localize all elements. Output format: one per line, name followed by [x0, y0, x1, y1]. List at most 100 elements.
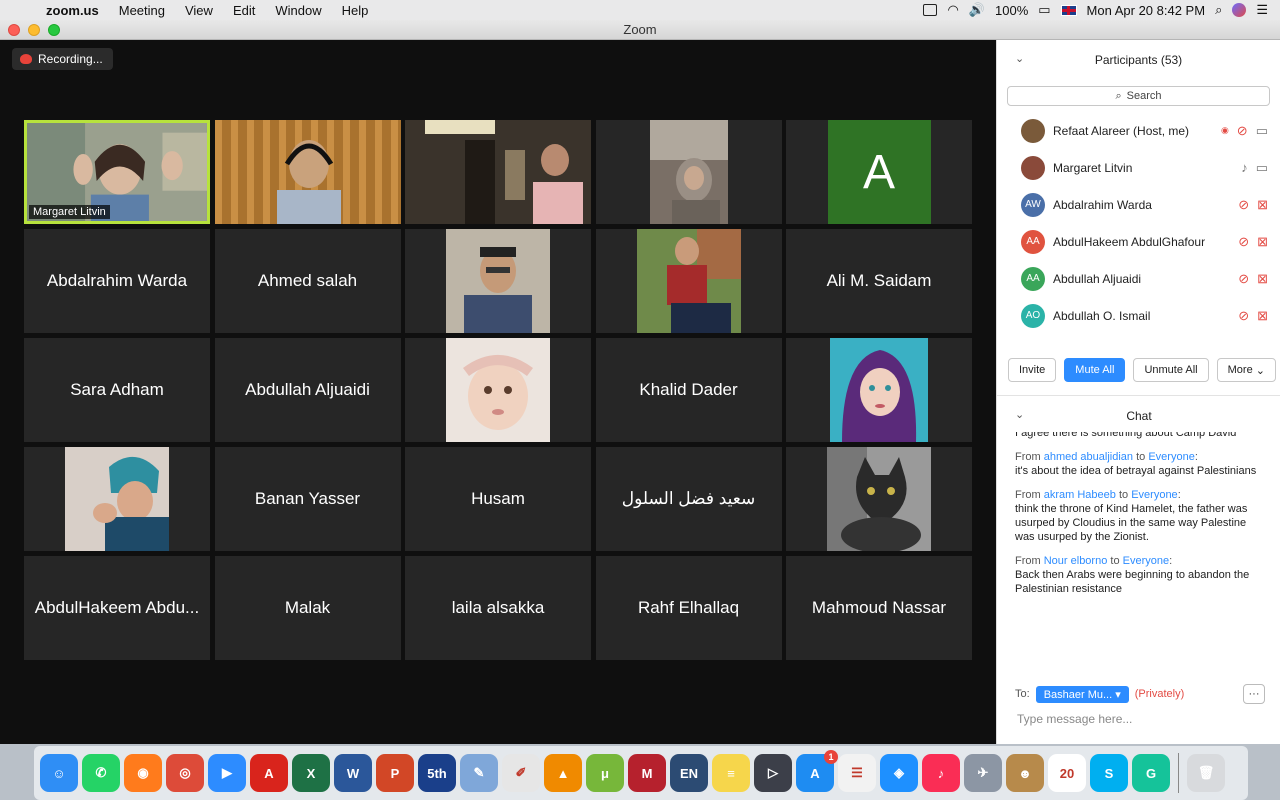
acrobat-app-icon[interactable]: A — [250, 754, 288, 792]
participant-row[interactable]: Margaret Litvin ♪ ▭ — [997, 149, 1280, 186]
collapse-chat-chevron-icon[interactable]: ⌄ — [1015, 408, 1024, 421]
vlc-app-icon[interactable]: ▲ — [544, 754, 582, 792]
minimize-window-button[interactable] — [28, 23, 40, 36]
safari-app-icon[interactable]: ◈ — [880, 754, 918, 792]
grammarly-app-icon[interactable]: G — [1132, 754, 1170, 792]
utorrent-app-icon[interactable]: μ — [586, 754, 624, 792]
video-tile[interactable]: AbdulHakeem Abdu... — [24, 556, 210, 660]
video-tile[interactable]: Abdullah Aljuaidi — [214, 338, 401, 442]
battery-percent[interactable]: 100% — [995, 3, 1028, 18]
mendeley-app-icon[interactable]: M — [628, 754, 666, 792]
sender-name[interactable]: ahmed abualjidian — [1044, 451, 1133, 463]
video-tile[interactable]: laila alsakka — [405, 556, 591, 660]
sender-name[interactable]: Nour elborno — [1044, 555, 1108, 567]
participants-search-input[interactable]: ⌕ Search — [1007, 86, 1270, 106]
invite-button[interactable]: Invite — [1008, 358, 1057, 382]
input-source-icon[interactable] — [1060, 4, 1077, 16]
notes-app-icon[interactable]: ≡ — [712, 754, 750, 792]
chat-message-input[interactable]: Type message here... — [1017, 712, 1132, 726]
video-tile[interactable]: Mahmoud Nassar — [786, 556, 972, 660]
zoom-status-icon[interactable] — [923, 4, 938, 16]
longman-app-icon[interactable]: 5th — [418, 754, 456, 792]
recipient-name[interactable]: Everyone — [1148, 451, 1194, 463]
video-tile[interactable] — [595, 229, 782, 333]
recipient-name[interactable]: Everyone — [1123, 555, 1169, 567]
video-off-icon[interactable]: ⊠ — [1257, 234, 1268, 250]
more-button[interactable]: More ⌄ — [1216, 358, 1276, 382]
video-tile[interactable] — [24, 447, 210, 551]
unmute-all-button[interactable]: Unmute All — [1133, 358, 1209, 382]
spotlight-search-icon[interactable]: ⌕ — [1215, 2, 1222, 18]
menu-view[interactable]: View — [175, 3, 223, 18]
video-tile[interactable]: Banan Yasser — [214, 447, 401, 551]
video-tile[interactable] — [786, 338, 972, 442]
collapse-participants-chevron-icon[interactable]: ⌄ — [1015, 52, 1024, 65]
recording-indicator[interactable]: Recording... — [12, 48, 113, 70]
video-tile[interactable]: Margaret Litvin — [24, 120, 210, 224]
mic-muted-icon[interactable]: ⊘ — [1238, 234, 1249, 250]
textedit-app-icon[interactable]: ✐ — [502, 754, 540, 792]
chat-messages[interactable]: I agree there is something about Camp Da… — [997, 432, 1280, 682]
video-tile[interactable]: Abdalrahim Warda — [24, 229, 210, 333]
en-dictionary-app-icon[interactable]: EN — [670, 754, 708, 792]
app-store-app-icon[interactable]: A1 — [796, 750, 838, 792]
whatsapp-app-icon[interactable]: ✆ — [82, 754, 120, 792]
participant-row[interactable]: AW Abdalrahim Warda ⊘ ⊠ — [997, 186, 1280, 223]
mic-icon[interactable]: ♪ — [1241, 160, 1248, 175]
quicktime-app-icon[interactable]: ▷ — [754, 754, 792, 792]
participant-row[interactable]: AA AbdulHakeem AbdulGhafour ⊘ ⊠ — [997, 223, 1280, 260]
video-tile[interactable] — [405, 338, 591, 442]
video-tile[interactable]: Sara Adham — [24, 338, 210, 442]
recipient-select[interactable]: Bashaer Mu... ▾ — [1035, 685, 1129, 703]
siri-icon[interactable] — [1232, 3, 1247, 17]
preview-app-icon[interactable]: ✎ — [460, 754, 498, 792]
contacts-app-icon[interactable]: ☻ — [1006, 754, 1044, 792]
video-tile[interactable]: سعيد فضل السلول — [595, 447, 782, 551]
music-app-icon[interactable]: ♪ — [922, 754, 960, 792]
video-tile[interactable] — [405, 229, 591, 333]
menu-edit[interactable]: Edit — [223, 3, 265, 18]
menu-meeting[interactable]: Meeting — [109, 3, 175, 18]
chrome-app-icon[interactable]: ◎ — [166, 754, 204, 792]
video-off-icon[interactable]: ⊠ — [1257, 197, 1268, 213]
video-icon[interactable]: ▭ — [1256, 160, 1268, 176]
mic-muted-icon[interactable]: ⊘ — [1238, 271, 1249, 287]
calendar-app-icon[interactable]: 20 — [1048, 754, 1086, 792]
participant-row[interactable]: Refaat Alareer (Host, me) ◉ ⊘ ▭ — [997, 112, 1280, 149]
video-tile[interactable] — [214, 120, 401, 224]
trash-icon[interactable]: 🗑 — [1187, 754, 1225, 792]
mic-muted-icon[interactable]: ⊘ — [1237, 123, 1248, 139]
video-tile[interactable] — [786, 447, 972, 551]
close-window-button[interactable] — [8, 23, 20, 36]
video-off-icon[interactable]: ⊠ — [1257, 308, 1268, 324]
video-tile[interactable] — [595, 120, 782, 224]
zoom-app-icon[interactable]: ▶ — [208, 754, 246, 792]
notification-center-icon[interactable]: ☰ — [1256, 2, 1268, 18]
recipient-name[interactable]: Everyone — [1131, 489, 1177, 501]
firefox-app-icon[interactable]: ◉ — [124, 754, 162, 792]
video-icon[interactable]: ▭ — [1256, 123, 1268, 139]
video-tile[interactable]: Khalid Dader — [595, 338, 782, 442]
video-tile[interactable]: Ali M. Saidam — [786, 229, 972, 333]
mic-muted-icon[interactable]: ⊘ — [1238, 197, 1249, 213]
volume-icon[interactable]: 🔊 — [969, 2, 985, 18]
menu-window[interactable]: Window — [265, 3, 331, 18]
reminders-app-icon[interactable]: ☰ — [838, 754, 876, 792]
powerpoint-app-icon[interactable]: P — [376, 754, 414, 792]
participant-row[interactable]: AO Abdullah O. Ismail ⊘ ⊠ — [997, 297, 1280, 334]
wifi-icon[interactable]: ◠ — [947, 2, 958, 18]
sender-name[interactable]: akram Habeeb — [1044, 489, 1116, 501]
video-tile[interactable]: Husam — [405, 447, 591, 551]
mic-muted-icon[interactable]: ⊘ — [1238, 308, 1249, 324]
video-tile[interactable]: Rahf Elhallaq — [595, 556, 782, 660]
menu-help[interactable]: Help — [332, 3, 379, 18]
fullscreen-window-button[interactable] — [48, 23, 60, 36]
mute-all-button[interactable]: Mute All — [1064, 358, 1126, 382]
participant-row[interactable]: AA Abdullah Aljuaidi ⊘ ⊠ — [997, 260, 1280, 297]
word-app-icon[interactable]: W — [334, 754, 372, 792]
battery-icon[interactable]: ▭ — [1038, 2, 1050, 18]
video-tile[interactable] — [405, 120, 591, 224]
video-tile[interactable]: Malak — [214, 556, 401, 660]
excel-app-icon[interactable]: X — [292, 754, 330, 792]
launchpad-app-icon[interactable]: ✈ — [964, 754, 1002, 792]
